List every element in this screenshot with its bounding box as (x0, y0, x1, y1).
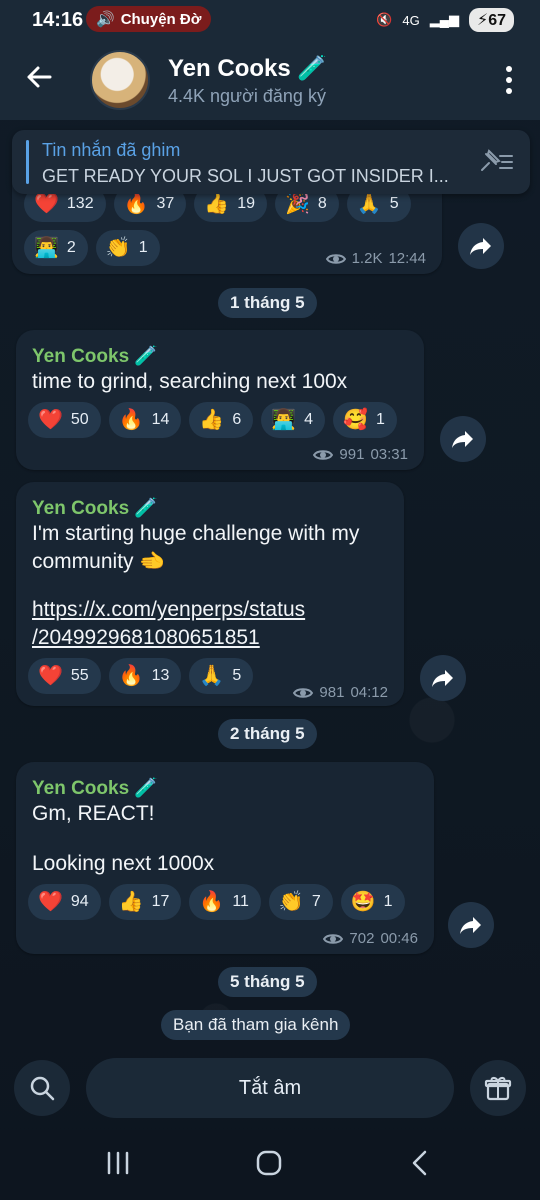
pin-list-icon[interactable] (478, 148, 514, 174)
reaction-list: ❤️ 55 🔥 13 🙏 5 (28, 658, 254, 694)
message-bubble: Yen Cooks 🧪 time to grind, searching nex… (16, 330, 424, 470)
message-meta: 981 04:12 (293, 684, 388, 701)
message-text-line: community 🫲 (32, 550, 166, 573)
message-meta: 702 00:46 (323, 930, 418, 947)
message-text-line: Gm, REACT! (32, 802, 155, 825)
views-eye-icon (323, 933, 344, 944)
view-count: 1.2K (351, 250, 383, 267)
back-arrow-icon[interactable] (24, 62, 54, 92)
back-nav-icon[interactable] (406, 1148, 434, 1178)
status-time: 14:16 (32, 9, 84, 31)
message-meta: 1.2K 12:44 (325, 250, 426, 267)
channel-title[interactable]: Yen Cooks 🧪 (168, 54, 327, 83)
message-sender[interactable]: Yen Cooks 🧪 (32, 344, 158, 368)
bottom-bar: Tắt âm (0, 1050, 540, 1130)
date-separator: 5 tháng 5 (218, 967, 317, 997)
message-sender[interactable]: Yen Cooks 🧪 (32, 776, 158, 800)
mute-icon: 🔇 (376, 12, 393, 27)
reaction-chip[interactable]: ❤️ 55 (28, 658, 101, 694)
pinned-text: GET READY YOUR SOL I JUST GOT INSIDER I.… (42, 166, 449, 186)
subscriber-count: 4.4K người đăng ký (168, 86, 326, 106)
reaction-list: ❤️ 94 👍 17 🔥 11 👏 7 🤩 1 (28, 884, 405, 920)
battery-indicator: ⚡67 (468, 8, 514, 32)
view-count: 702 (349, 930, 375, 947)
date-separator: 1 tháng 5 (218, 288, 317, 318)
ongoing-call-pill[interactable]: 🔊 Chuyện Đờ (86, 6, 212, 32)
more-menu-icon[interactable] (502, 64, 516, 96)
message-time: 04:12 (350, 684, 388, 701)
message-meta: 991 03:31 (313, 446, 408, 463)
pinned-accent-bar (26, 140, 29, 184)
signal-icon: ▂▄▆ (429, 12, 459, 27)
message-time: 00:46 (380, 930, 418, 947)
message-text-line: Looking next 1000x (32, 852, 215, 875)
view-count: 991 (339, 446, 365, 463)
chat-header: Yen Cooks 🧪 4.4K người đăng ký (0, 40, 540, 120)
message-bubble: Yen Cooks 🧪 I'm starting huge challenge … (16, 482, 404, 706)
reaction-chip[interactable]: 👍 6 (189, 402, 254, 438)
share-arrow-icon (470, 238, 491, 255)
pinned-message-bar[interactable]: Tin nhắn đã ghim GET READY YOUR SOL I JU… (12, 130, 530, 194)
home-icon[interactable] (254, 1148, 284, 1178)
gift-button[interactable] (470, 1060, 526, 1116)
message-link[interactable]: https://x.com/yenperps/status (32, 596, 305, 624)
gift-icon (484, 1077, 512, 1101)
call-pill-label: Chuyện Đờ (120, 10, 202, 28)
share-arrow-icon (460, 917, 481, 934)
share-button[interactable] (440, 416, 486, 462)
reaction-chip[interactable]: ❤️ 50 (28, 402, 101, 438)
reaction-chip[interactable]: 👍 17 (108, 884, 182, 920)
search-icon (30, 1076, 55, 1101)
mute-button[interactable]: Tắt âm (86, 1058, 454, 1118)
joined-channel-notice: Bạn đã tham gia kênh (161, 1010, 351, 1040)
system-nav-bar (0, 1130, 540, 1200)
reaction-chip[interactable]: 👏 7 (268, 884, 333, 920)
recent-apps-icon[interactable] (104, 1148, 132, 1178)
reaction-chip[interactable]: 🤩 1 (340, 884, 405, 920)
date-separator: 2 tháng 5 (218, 719, 317, 749)
reaction-chip[interactable]: 👨‍💻 4 (261, 402, 326, 438)
share-button[interactable] (458, 223, 504, 269)
message-text-line: I'm starting huge challenge with my (32, 522, 360, 545)
share-button[interactable] (420, 655, 466, 701)
reaction-chip[interactable]: 🔥 11 (189, 884, 261, 920)
channel-avatar[interactable] (90, 50, 150, 110)
reaction-chip[interactable]: ❤️ 94 (28, 884, 101, 920)
speaker-icon: 🔊 (96, 11, 115, 28)
status-icons: 🔇 4G ▂▄▆ ⚡67 (376, 8, 514, 32)
share-button[interactable] (448, 902, 494, 948)
views-eye-icon (325, 253, 346, 264)
views-eye-icon (293, 687, 314, 698)
pinned-title: Tin nhắn đã ghim (42, 140, 181, 160)
network-type: 4G (402, 12, 420, 28)
status-bar: 14:16 🔊 Chuyện Đờ 🔇 4G ▂▄▆ ⚡67 (0, 0, 540, 40)
share-arrow-icon (432, 670, 453, 687)
message-time: 12:44 (388, 250, 426, 267)
message-sender[interactable]: Yen Cooks 🧪 (32, 496, 158, 520)
view-count: 981 (319, 684, 345, 701)
message-bubble: Yen Cooks 🧪 Gm, REACT! Looking next 1000… (16, 762, 434, 954)
message-link-cont[interactable]: /2049929681080651851 (32, 624, 260, 652)
message-text: time to grind, searching next 100x (32, 370, 348, 393)
search-button[interactable] (14, 1060, 70, 1116)
reaction-chip[interactable]: 🥰 1 (333, 402, 397, 438)
message-time: 03:31 (370, 446, 408, 463)
reaction-chip[interactable]: 🙏 5 (189, 658, 254, 694)
views-eye-icon (313, 449, 334, 460)
share-arrow-icon (452, 431, 473, 448)
reaction-chip[interactable]: 👨‍💻 2 (24, 230, 88, 266)
reaction-chip[interactable]: 🔥 13 (108, 658, 182, 694)
reaction-list: ❤️ 50 🔥 14 👍 6 👨‍💻 4 🥰 1 (28, 402, 397, 438)
reaction-chip[interactable]: 👏 1 (95, 230, 160, 266)
reaction-chip[interactable]: 🔥 14 (108, 402, 182, 438)
